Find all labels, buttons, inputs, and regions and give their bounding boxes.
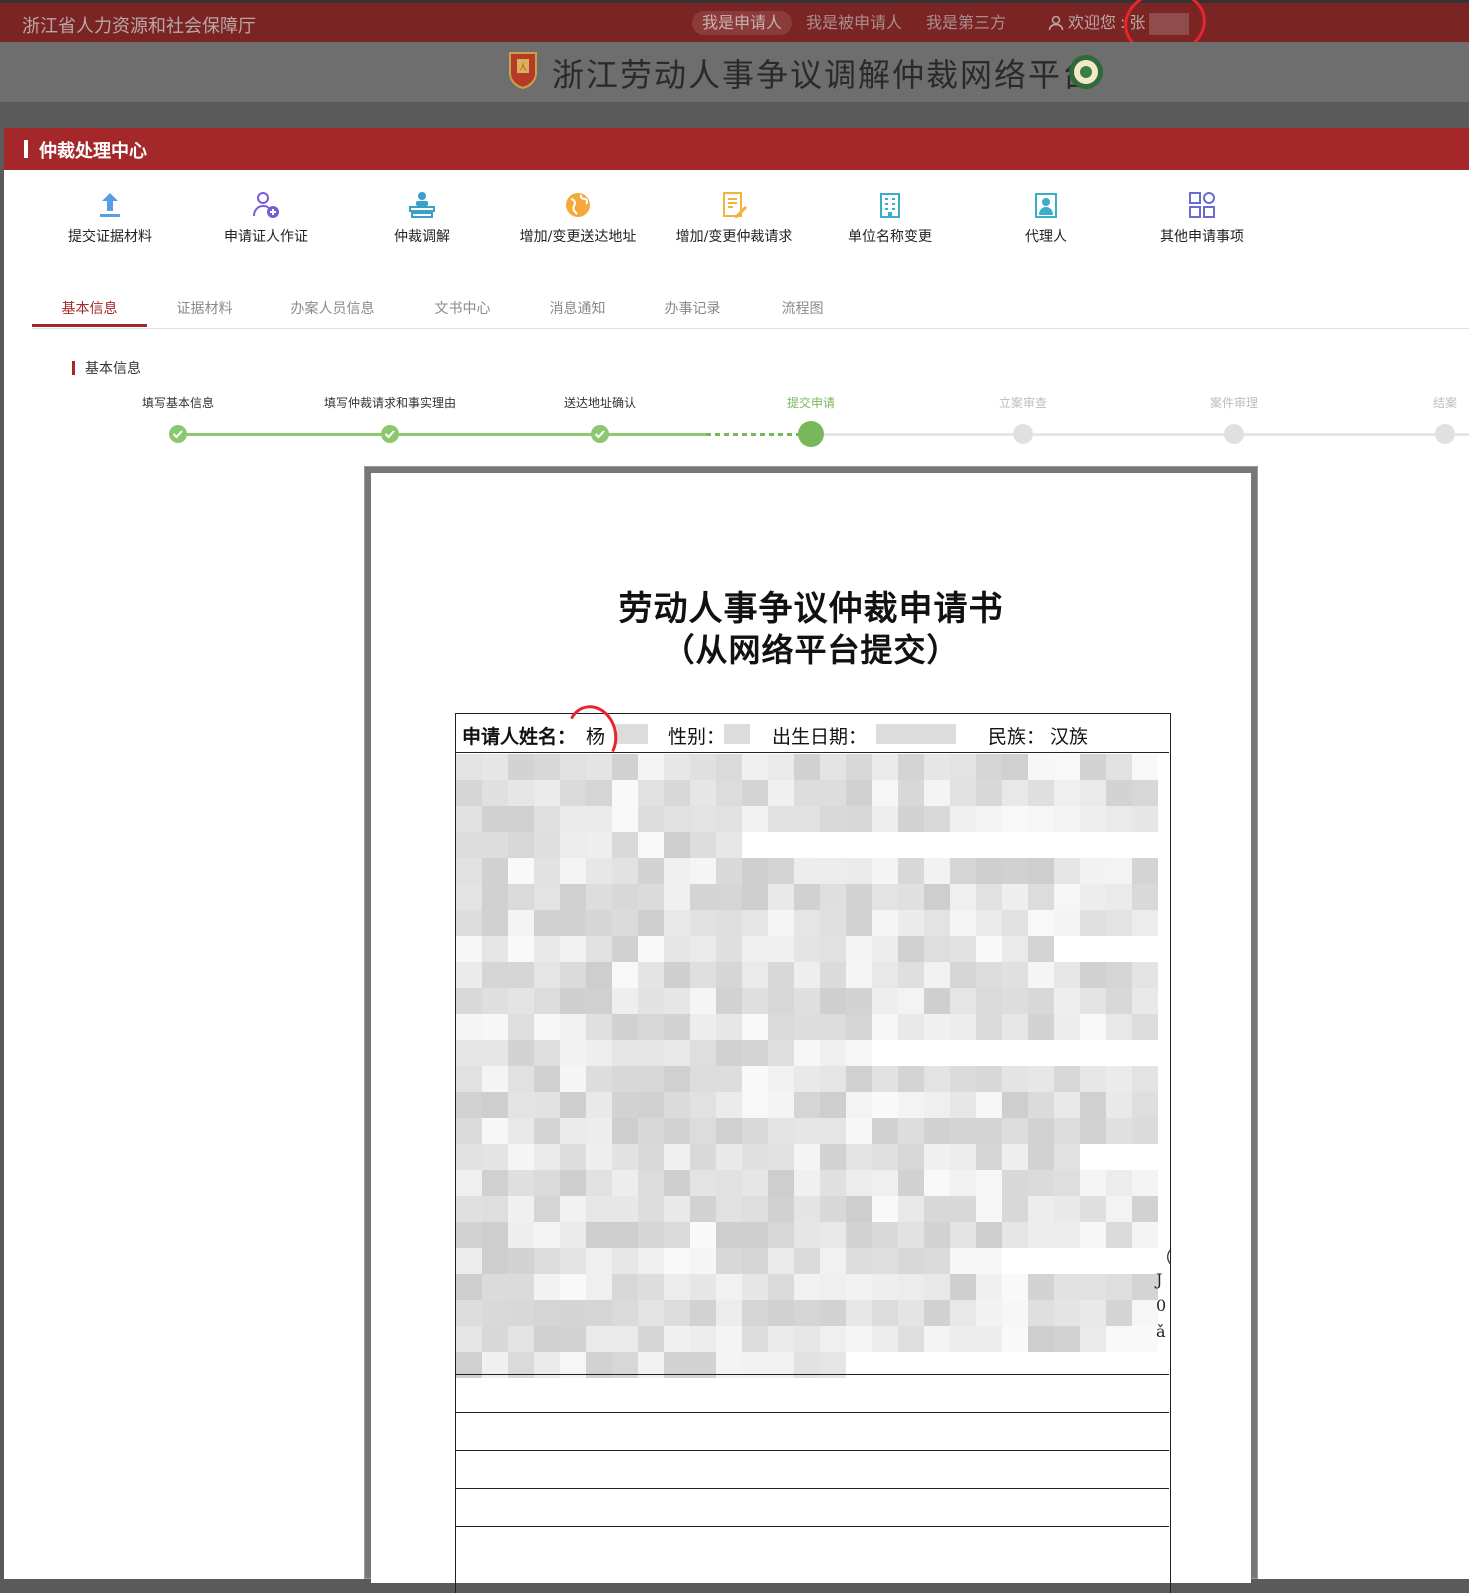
step-label: 填写仲裁请求和事实理由 — [323, 396, 457, 410]
tool-label: 申请证人作证 — [224, 229, 308, 245]
grid-icon — [1189, 192, 1215, 218]
edge-fragment: （ — [1156, 1248, 1173, 1267]
upload-icon — [100, 193, 120, 217]
emblem-icon: 人 — [509, 52, 537, 89]
svg-text:人: 人 — [519, 63, 527, 72]
edge-fragment: J — [1156, 1270, 1163, 1289]
step-done-check-icon — [381, 425, 399, 443]
birth-label: 出生日期： — [772, 726, 868, 748]
document-title: 劳动人事争议仲裁申请书 — [618, 589, 1004, 629]
step-current-dot — [798, 421, 824, 447]
table-rule — [456, 1488, 1169, 1489]
redacted-gender — [724, 724, 750, 744]
building-icon — [880, 193, 900, 218]
tool-label: 代理人 — [1025, 229, 1067, 245]
tab-documents[interactable]: 文书中心 — [405, 298, 520, 318]
name-label: 申请人姓名： — [462, 726, 577, 748]
tool-change-address[interactable]: 增加/变更送达地址 — [500, 190, 656, 246]
progress-steps: 填写基本信息 填写仲裁请求和事实理由 送达地址确认 提交申请 立案审查 案件审理… — [4, 394, 1469, 454]
edge-fragment: ǎ — [1156, 1322, 1166, 1341]
step-future-dot — [1013, 424, 1033, 444]
section-marker — [72, 361, 75, 375]
tool-other-requests[interactable]: 其他申请事项 — [1124, 190, 1280, 246]
step-future-dot — [1224, 424, 1244, 444]
step-done-check-icon — [591, 425, 609, 443]
tool-label: 其他申请事项 — [1160, 229, 1244, 245]
tool-submit-evidence[interactable]: 提交证据材料 — [32, 190, 188, 246]
applicant-basic-row: 申请人姓名： 杨 性别： 出生日期： 民族： 汉族 — [456, 714, 1169, 753]
step-connector-done — [178, 433, 706, 436]
tool-witness-request[interactable]: 申请证人作证 — [188, 190, 344, 246]
application-document: 劳动人事争议仲裁申请书 （从网络平台提交） 申请人姓名： 杨 性别： 出生日期：… — [371, 473, 1251, 1593]
step-label: 填写基本信息 — [141, 396, 215, 410]
tab-notifications[interactable]: 消息通知 — [520, 298, 635, 318]
tab-evidence[interactable]: 证据材料 — [147, 298, 262, 318]
document-subtitle: （从网络平台提交） — [662, 631, 960, 669]
witness-add-icon — [253, 192, 279, 218]
panel-header-marker — [24, 140, 28, 158]
role-applicant-tab[interactable]: 我是申请人 — [692, 11, 793, 35]
edge-fragment: 0 — [1156, 1296, 1167, 1315]
table-rule — [456, 1450, 1169, 1451]
document-preview-frame[interactable]: 劳动人事争议仲裁申请书 （从网络平台提交） 申请人姓名： 杨 性别： 出生日期：… — [364, 466, 1258, 1593]
step-connector-future — [811, 433, 1469, 436]
edit-document-icon — [723, 192, 747, 218]
tool-change-request[interactable]: 增加/变更仲裁请求 — [656, 190, 812, 246]
ethnicity-label: 民族： — [988, 726, 1046, 748]
panel-title: 仲裁处理中心 — [39, 141, 147, 162]
step-future-dot — [1435, 424, 1455, 444]
tool-label: 提交证据材料 — [68, 229, 152, 245]
mediation-icon — [409, 192, 435, 218]
tool-label: 单位名称变更 — [848, 229, 932, 245]
step-done-check-icon — [169, 425, 187, 443]
table-rule — [456, 1412, 1169, 1413]
tool-agent[interactable]: 代理人 — [968, 190, 1124, 246]
tool-label: 仲裁调解 — [394, 229, 450, 245]
table-rule — [456, 1374, 1169, 1375]
applicant-info-table: 申请人姓名： 杨 性别： 出生日期： 民族： 汉族 （ J 0 ǎ — [455, 713, 1173, 1593]
active-tab-indicator — [32, 324, 147, 327]
table-rule — [456, 1526, 1169, 1527]
org-name: 浙江省人力资源和社会保障厅 — [22, 16, 256, 37]
step-label: 立案审查 — [998, 396, 1048, 410]
welcome-text: 欢迎您 — [1068, 13, 1117, 32]
tab-staff-info[interactable]: 办案人员信息 — [275, 298, 390, 318]
tab-basic-info[interactable]: 基本信息 — [32, 298, 147, 318]
step-label: 案件审理 — [1209, 396, 1259, 410]
globe-icon — [566, 193, 590, 217]
redacted-name — [614, 724, 648, 744]
arbitration-panel: 仲裁处理中心 提交证据材料 申请证人作证 仲裁调解 增加/变更送达地址 增加/变… — [4, 128, 1469, 1593]
action-toolbar: 提交证据材料 申请证人作证 仲裁调解 增加/变更送达地址 增加/变更仲裁请求 单… — [4, 190, 1469, 250]
redacted-mosaic — [456, 754, 1158, 1378]
role-respondent-tab[interactable]: 我是被申请人 — [806, 11, 902, 35]
panel-header: 仲裁处理中心 — [4, 128, 1469, 170]
step-label: 送达地址确认 — [563, 396, 637, 410]
site-header: 人 浙江劳动人事争议调解仲裁网络平台 — [0, 42, 1469, 102]
step-label: 结案 — [1432, 396, 1458, 410]
tab-records[interactable]: 办事记录 — [635, 298, 750, 318]
user-icon — [1048, 15, 1064, 31]
role-third-party-tab[interactable]: 我是第三方 — [926, 11, 1006, 35]
tool-label: 增加/变更送达地址 — [519, 229, 637, 245]
tool-mediation[interactable]: 仲裁调解 — [344, 190, 500, 246]
step-label-current: 提交申请 — [786, 396, 836, 410]
agent-icon — [1035, 193, 1057, 218]
seal-icon — [1069, 55, 1103, 89]
gender-label: 性别： — [668, 726, 726, 748]
tool-company-rename[interactable]: 单位名称变更 — [812, 190, 968, 246]
step-connector-active — [706, 433, 811, 436]
site-title: 浙江劳动人事争议调解仲裁网络平台 — [552, 56, 1097, 94]
section-heading: 基本信息 — [72, 358, 141, 378]
ethnicity-value: 汉族 — [1050, 726, 1089, 748]
redacted-birthdate — [876, 724, 956, 744]
tool-label: 增加/变更仲裁请求 — [675, 229, 793, 245]
section-title: 基本信息 — [85, 361, 141, 377]
top-bar: 浙江省人力资源和社会保障厅 我是申请人 我是被申请人 我是第三方 欢迎您: 张 — [0, 0, 1469, 42]
tab-flowchart[interactable]: 流程图 — [745, 298, 860, 318]
detail-tabs: 基本信息 证据材料 办案人员信息 文书中心 消息通知 办事记录 流程图 — [32, 288, 1469, 329]
